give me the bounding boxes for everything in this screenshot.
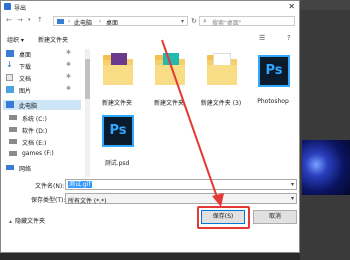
annotation-arrow <box>161 39 224 207</box>
annotation-arrow-shaft <box>161 39 219 201</box>
annotation-arrow-head <box>212 193 224 207</box>
background-bottom-strip <box>0 253 300 260</box>
